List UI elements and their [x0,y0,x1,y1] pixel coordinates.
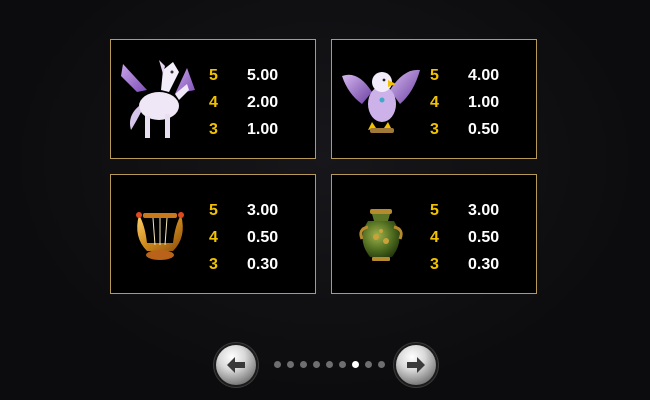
payout-value: 0.30 [247,256,279,273]
page-indicator [274,361,385,369]
page-dot[interactable] [274,361,281,368]
symbol-count: 5 [209,202,218,219]
payout-row: 3 0.50 [332,121,538,141]
payout-value: 0.50 [468,121,500,138]
page-dot[interactable] [326,361,333,368]
paytable-card-eagle: 5 4.00 4 1.00 3 0.50 [331,39,537,159]
payout-row: 3 0.30 [332,256,538,276]
payout-value: 1.00 [468,94,500,111]
payout-value: 0.50 [247,229,279,246]
paytable-card-pegasus: 5 5.00 4 2.00 3 1.00 [110,39,316,159]
paytable-card-vase: 5 3.00 4 0.50 3 0.30 [331,174,537,294]
payout-row: 4 1.00 [332,94,538,114]
page-dot-active[interactable] [352,361,359,368]
payout-value: 5.00 [247,67,279,84]
paytable-card-lyre: 5 3.00 4 0.50 3 0.30 [110,174,316,294]
payout-value: 0.50 [468,229,500,246]
payout-value: 0.30 [468,256,500,273]
page-dot[interactable] [339,361,346,368]
payout-row: 4 0.50 [332,229,538,249]
page-dot[interactable] [300,361,307,368]
symbol-count: 3 [209,256,218,273]
payout-value: 2.00 [247,94,279,111]
symbol-count: 3 [209,121,218,138]
symbol-count: 4 [209,94,218,111]
arrow-right-icon [407,357,425,373]
payout-value: 1.00 [247,121,279,138]
payout-row: 3 1.00 [111,121,317,141]
page-dot[interactable] [287,361,294,368]
payout-row: 4 0.50 [111,229,317,249]
prev-page-button[interactable] [216,345,256,385]
payout-row: 3 0.30 [111,256,317,276]
payout-value: 3.00 [247,202,279,219]
payout-row: 5 4.00 [332,67,538,87]
payout-row: 4 2.00 [111,94,317,114]
symbol-count: 3 [430,256,439,273]
symbol-count: 5 [430,67,439,84]
next-page-button[interactable] [396,345,436,385]
symbol-count: 4 [430,94,439,111]
payout-value: 3.00 [468,202,500,219]
page-dot[interactable] [313,361,320,368]
symbol-count: 5 [209,67,218,84]
payout-row: 5 5.00 [111,67,317,87]
paytable-page: 5 5.00 4 2.00 3 1.00 5 4.00 4 1.00 3 0.5… [0,0,650,400]
payout-value: 4.00 [468,67,500,84]
payout-row: 5 3.00 [111,202,317,222]
page-dot[interactable] [378,361,385,368]
arrow-left-icon [227,357,245,373]
symbol-count: 4 [430,229,439,246]
symbol-count: 5 [430,202,439,219]
payout-row: 5 3.00 [332,202,538,222]
symbol-count: 3 [430,121,439,138]
page-dot[interactable] [365,361,372,368]
symbol-count: 4 [209,229,218,246]
